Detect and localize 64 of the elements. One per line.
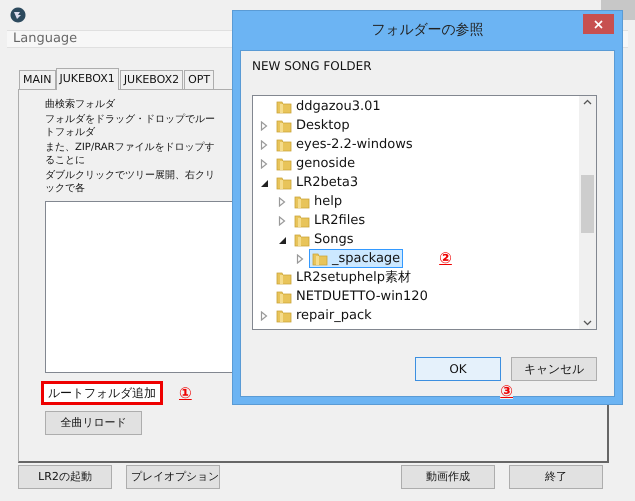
folder-icon xyxy=(276,118,292,134)
scroll-up-icon[interactable] xyxy=(583,99,592,105)
folder-icon xyxy=(276,156,292,172)
collapsed-arrow-icon[interactable] xyxy=(259,120,269,130)
collapsed-arrow-icon[interactable] xyxy=(277,216,287,226)
tree-item[interactable]: genoside xyxy=(273,154,358,173)
dialog-button[interactable]: OK xyxy=(415,357,501,381)
tree-item[interactable]: Desktop xyxy=(273,116,353,135)
collapsed-arrow-icon[interactable] xyxy=(259,158,269,168)
tree-item[interactable]: Songs xyxy=(291,230,356,249)
step-number: ① xyxy=(179,382,192,404)
folder-tree[interactable]: ddgazou3.01 Desktop eyes-2.2-windows genoside LR2beta3 help LR2files Songs _spackage ② LR2setuphelp素材 NETDUETTO-win120 repair_pack xyxy=(252,95,597,330)
step-number: ② xyxy=(439,248,452,270)
folder-icon xyxy=(276,98,292,114)
folder-icon xyxy=(276,288,292,304)
expanded-arrow-icon[interactable] xyxy=(259,178,269,188)
tree-item[interactable]: repair_pack xyxy=(273,306,375,325)
tree-item[interactable]: LR2beta3 xyxy=(273,173,362,192)
instruction-text: フォルダをドラッグ・ドロップでルートフォルダ xyxy=(45,113,216,139)
dialog-title: フォルダーの参照 xyxy=(372,21,484,40)
app-logo-icon xyxy=(9,7,27,23)
folder-list[interactable] xyxy=(45,201,235,373)
collapsed-arrow-icon[interactable] xyxy=(259,140,269,150)
tree-item[interactable]: help xyxy=(291,192,346,211)
collapsed-arrow-icon[interactable] xyxy=(295,254,305,264)
folder-icon xyxy=(276,308,292,324)
folder-icon xyxy=(276,270,292,286)
tab[interactable]: OPT xyxy=(184,70,214,89)
tree-item[interactable]: LR2files xyxy=(291,211,368,230)
footer-button[interactable]: プレイオプション xyxy=(126,465,220,489)
close-button[interactable] xyxy=(583,14,614,34)
dialog-description: NEW SONG FOLDER xyxy=(252,58,373,75)
tree-item[interactable]: LR2setuphelp素材 xyxy=(273,268,414,287)
tree-item[interactable]: _spackage xyxy=(309,249,404,268)
footer-button[interactable]: 動画作成 xyxy=(401,465,495,489)
close-icon xyxy=(594,20,603,28)
folder-icon xyxy=(276,174,292,190)
folder-icon xyxy=(294,212,310,228)
menu-item[interactable]: Language xyxy=(13,29,78,49)
section-heading: 曲検索フォルダ xyxy=(45,98,116,111)
folder-icon xyxy=(312,250,328,266)
footer-button[interactable]: LR2の起動 xyxy=(18,465,112,489)
instruction-text: また、ZIP/RARファイルをドロップすることに xyxy=(45,141,216,167)
footer-button[interactable]: 終了 xyxy=(509,465,603,489)
expanded-arrow-icon[interactable] xyxy=(277,234,287,244)
tree-item[interactable]: NETDUETTO-win120 xyxy=(273,287,431,306)
tab[interactable]: JUKEBOX1 xyxy=(56,68,119,90)
tab[interactable]: JUKEBOX2 xyxy=(120,70,184,89)
step-number: ③ xyxy=(500,383,513,399)
instruction-text: ダブルクリックでツリー展開、右クリックで各 xyxy=(45,169,216,195)
panel-button[interactable]: ルートフォルダ追加 xyxy=(41,381,163,405)
tab[interactable]: MAIN xyxy=(19,70,56,89)
dialog-button[interactable]: キャンセル xyxy=(511,357,597,381)
panel-button[interactable]: 全曲リロード xyxy=(45,411,142,435)
tree-item[interactable]: eyes-2.2-windows xyxy=(273,135,416,154)
collapsed-arrow-icon[interactable] xyxy=(277,196,287,206)
scrollbar[interactable] xyxy=(579,96,596,329)
folder-icon xyxy=(276,136,292,152)
folder-icon xyxy=(294,232,310,248)
tree-item[interactable]: ddgazou3.01 xyxy=(273,97,384,116)
scroll-down-icon[interactable] xyxy=(583,320,592,326)
scroll-thumb[interactable] xyxy=(581,175,594,233)
folder-icon xyxy=(294,194,310,210)
collapsed-arrow-icon[interactable] xyxy=(259,310,269,320)
